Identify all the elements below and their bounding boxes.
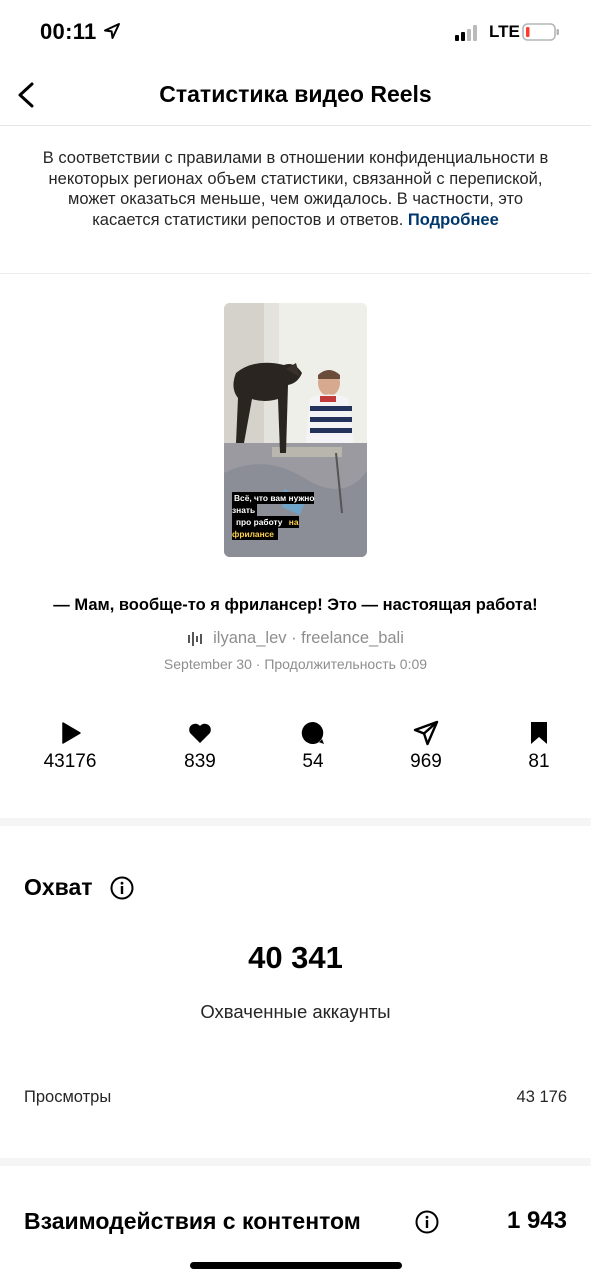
reach-value: 40 341 [248, 940, 343, 975]
home-indicator [190, 1262, 402, 1269]
engagement-value: 1 943 [506, 1207, 567, 1234]
reach-info-icon[interactable] [110, 876, 134, 900]
engagement-info-icon[interactable] [415, 1210, 439, 1234]
play-icon [62, 722, 81, 744]
metrics-row: 43176 839 54 969 81 [0, 720, 591, 780]
share-icon [413, 720, 439, 746]
comment-icon [301, 721, 324, 744]
metric-plays: 43176 [20, 720, 120, 773]
navigation-bar: Статистика видео Reels [0, 64, 591, 126]
plays-count: 43176 [43, 751, 97, 772]
reel-duration: Продолжительность 0:09 [264, 656, 428, 672]
views-value: 43 176 [516, 1088, 567, 1106]
page-title: Статистика видео Reels [159, 81, 432, 107]
audio-label: ilyana_lev · freelance_bali [213, 629, 404, 647]
audio-waveform-icon [188, 631, 203, 646]
reach-label: Охваченные аккаунты [200, 1001, 391, 1022]
likes-count: 839 [184, 751, 216, 772]
metric-saves: 81 [489, 720, 589, 773]
metric-likes: 839 [150, 720, 250, 773]
heart-icon [189, 723, 211, 743]
reel-overlay-text: Всё, что вам нужно знать про работу на ф… [232, 492, 315, 540]
section-divider [0, 1158, 591, 1166]
audio-info[interactable]: ilyana_lev · freelance_bali [0, 629, 591, 648]
learn-more-link[interactable]: Подробнее [408, 211, 499, 229]
metric-shares: 969 [376, 720, 476, 773]
comments-count: 54 [302, 751, 324, 772]
status-bar: 00:11 LTE [0, 0, 591, 64]
cellular-signal-icon [455, 25, 481, 41]
saves-count: 81 [528, 751, 550, 772]
reel-caption: — Мам, вообще-то я фрилансер! Это — наст… [53, 596, 538, 614]
shares-count: 969 [410, 751, 442, 772]
status-time: 00:11 [40, 19, 97, 44]
engagement-section-title: Взаимодействия с контентом [24, 1208, 361, 1234]
location-arrow-icon [104, 23, 120, 39]
reach-section-title: Охват [24, 874, 93, 900]
battery-icon [522, 23, 559, 41]
divider [0, 273, 591, 274]
bookmark-icon [531, 722, 547, 744]
views-label: Просмотры [24, 1088, 112, 1106]
network-label: LTE [489, 22, 520, 41]
metric-comments: 54 [263, 720, 363, 773]
reel-meta: September 30 · Продолжительность 0:09 [163, 656, 428, 672]
reel-date: September 30 [163, 656, 252, 672]
privacy-notice: В соответствии с правилами в отношении к… [40, 148, 551, 230]
reel-thumbnail[interactable]: Всё, что вам нужно знать про работу на ф… [224, 303, 367, 557]
section-divider [0, 818, 591, 826]
